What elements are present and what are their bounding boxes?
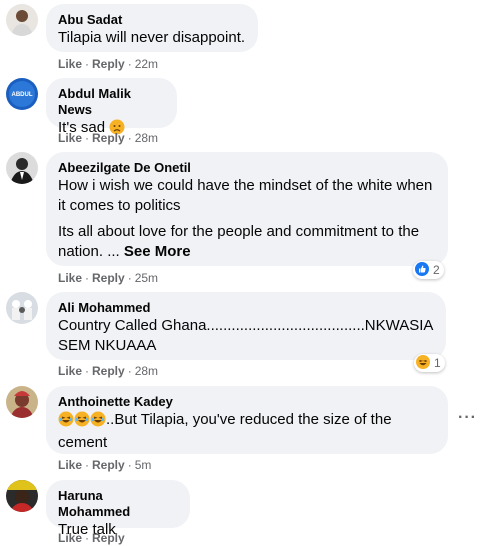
comment-bubble: Abdul Malik News It's sad <box>46 78 177 136</box>
like-button[interactable]: Like <box>58 57 82 71</box>
commenter-name[interactable]: Abdul Malik News <box>58 86 165 118</box>
reply-button[interactable]: Reply <box>92 271 125 285</box>
comment-timestamp[interactable]: 5m <box>135 458 152 472</box>
avatar[interactable] <box>6 386 38 418</box>
see-more-link[interactable]: See More <box>124 243 191 260</box>
comment-actions: Like · Reply · 28m <box>58 131 159 145</box>
comment-text: Tilapia will never disappoint. <box>58 29 246 46</box>
comment-actions: Like · Reply <box>58 531 125 545</box>
comment-bubble: Anthoinette Kadey ..But Tilapia, you've … <box>46 386 448 454</box>
comment-actions: Like · Reply · 22m <box>58 57 159 71</box>
comment-timestamp[interactable]: 22m <box>135 57 158 71</box>
like-button[interactable]: Like <box>58 131 82 145</box>
like-icon <box>415 261 429 279</box>
reply-button[interactable]: Reply <box>92 531 125 545</box>
commenter-name[interactable]: Abeezilgate De Onetil <box>58 160 436 176</box>
haha-icon <box>416 354 430 372</box>
reaction-badge[interactable]: 2 <box>413 261 444 279</box>
like-button[interactable]: Like <box>58 271 82 285</box>
avatar[interactable] <box>6 4 38 36</box>
comment-timestamp[interactable]: 28m <box>135 131 158 145</box>
reaction-count: 2 <box>433 263 440 277</box>
reply-button[interactable]: Reply <box>92 131 125 145</box>
laughing-emoji-icon <box>74 411 90 433</box>
reply-button[interactable]: Reply <box>92 458 125 472</box>
commenter-name[interactable]: Abu Sadat <box>58 12 246 28</box>
comment-actions: Like · Reply · 28m <box>58 364 159 378</box>
more-options-icon[interactable]: ··· <box>458 409 477 427</box>
comment-text-continued: Its all about love for the people and co… <box>58 223 420 260</box>
avatar-logo-text: ABDUL <box>12 92 33 98</box>
reaction-badge[interactable]: 1 <box>414 354 445 372</box>
reaction-count: 1 <box>434 356 441 370</box>
comment-text: How i wish we could have the mindset of … <box>58 177 433 214</box>
like-button[interactable]: Like <box>58 364 82 378</box>
comment-bubble: Abeezilgate De Onetil How i wish we coul… <box>46 152 448 266</box>
comment-actions: Like · Reply · 5m <box>58 458 152 472</box>
commenter-name[interactable]: Haruna Mohammed <box>58 488 178 520</box>
commenter-name[interactable]: Anthoinette Kadey <box>58 394 436 410</box>
avatar[interactable] <box>6 152 38 184</box>
laughing-emoji-icon <box>90 411 106 433</box>
reply-button[interactable]: Reply <box>92 364 125 378</box>
comment-bubble: Abu Sadat Tilapia will never disappoint. <box>46 4 258 52</box>
avatar[interactable] <box>6 292 38 324</box>
comment-actions: Like · Reply · 25m <box>58 271 159 285</box>
reply-button[interactable]: Reply <box>92 57 125 71</box>
comment-text: Country Called Ghana....................… <box>58 317 433 354</box>
comment-bubble: Haruna Mohammed True talk <box>46 480 190 538</box>
commenter-name[interactable]: Ali Mohammed <box>58 300 434 316</box>
avatar[interactable]: ABDUL <box>6 78 38 110</box>
comment-text: ..But Tilapia, you've reduced the size o… <box>58 411 392 451</box>
comment-timestamp[interactable]: 25m <box>135 271 158 285</box>
laughing-emoji-icon <box>58 411 74 433</box>
comment-bubble: Ali Mohammed Country Called Ghana.......… <box>46 292 446 360</box>
like-button[interactable]: Like <box>58 531 82 545</box>
avatar[interactable] <box>6 480 38 512</box>
comment-timestamp[interactable]: 28m <box>135 364 158 378</box>
like-button[interactable]: Like <box>58 458 82 472</box>
